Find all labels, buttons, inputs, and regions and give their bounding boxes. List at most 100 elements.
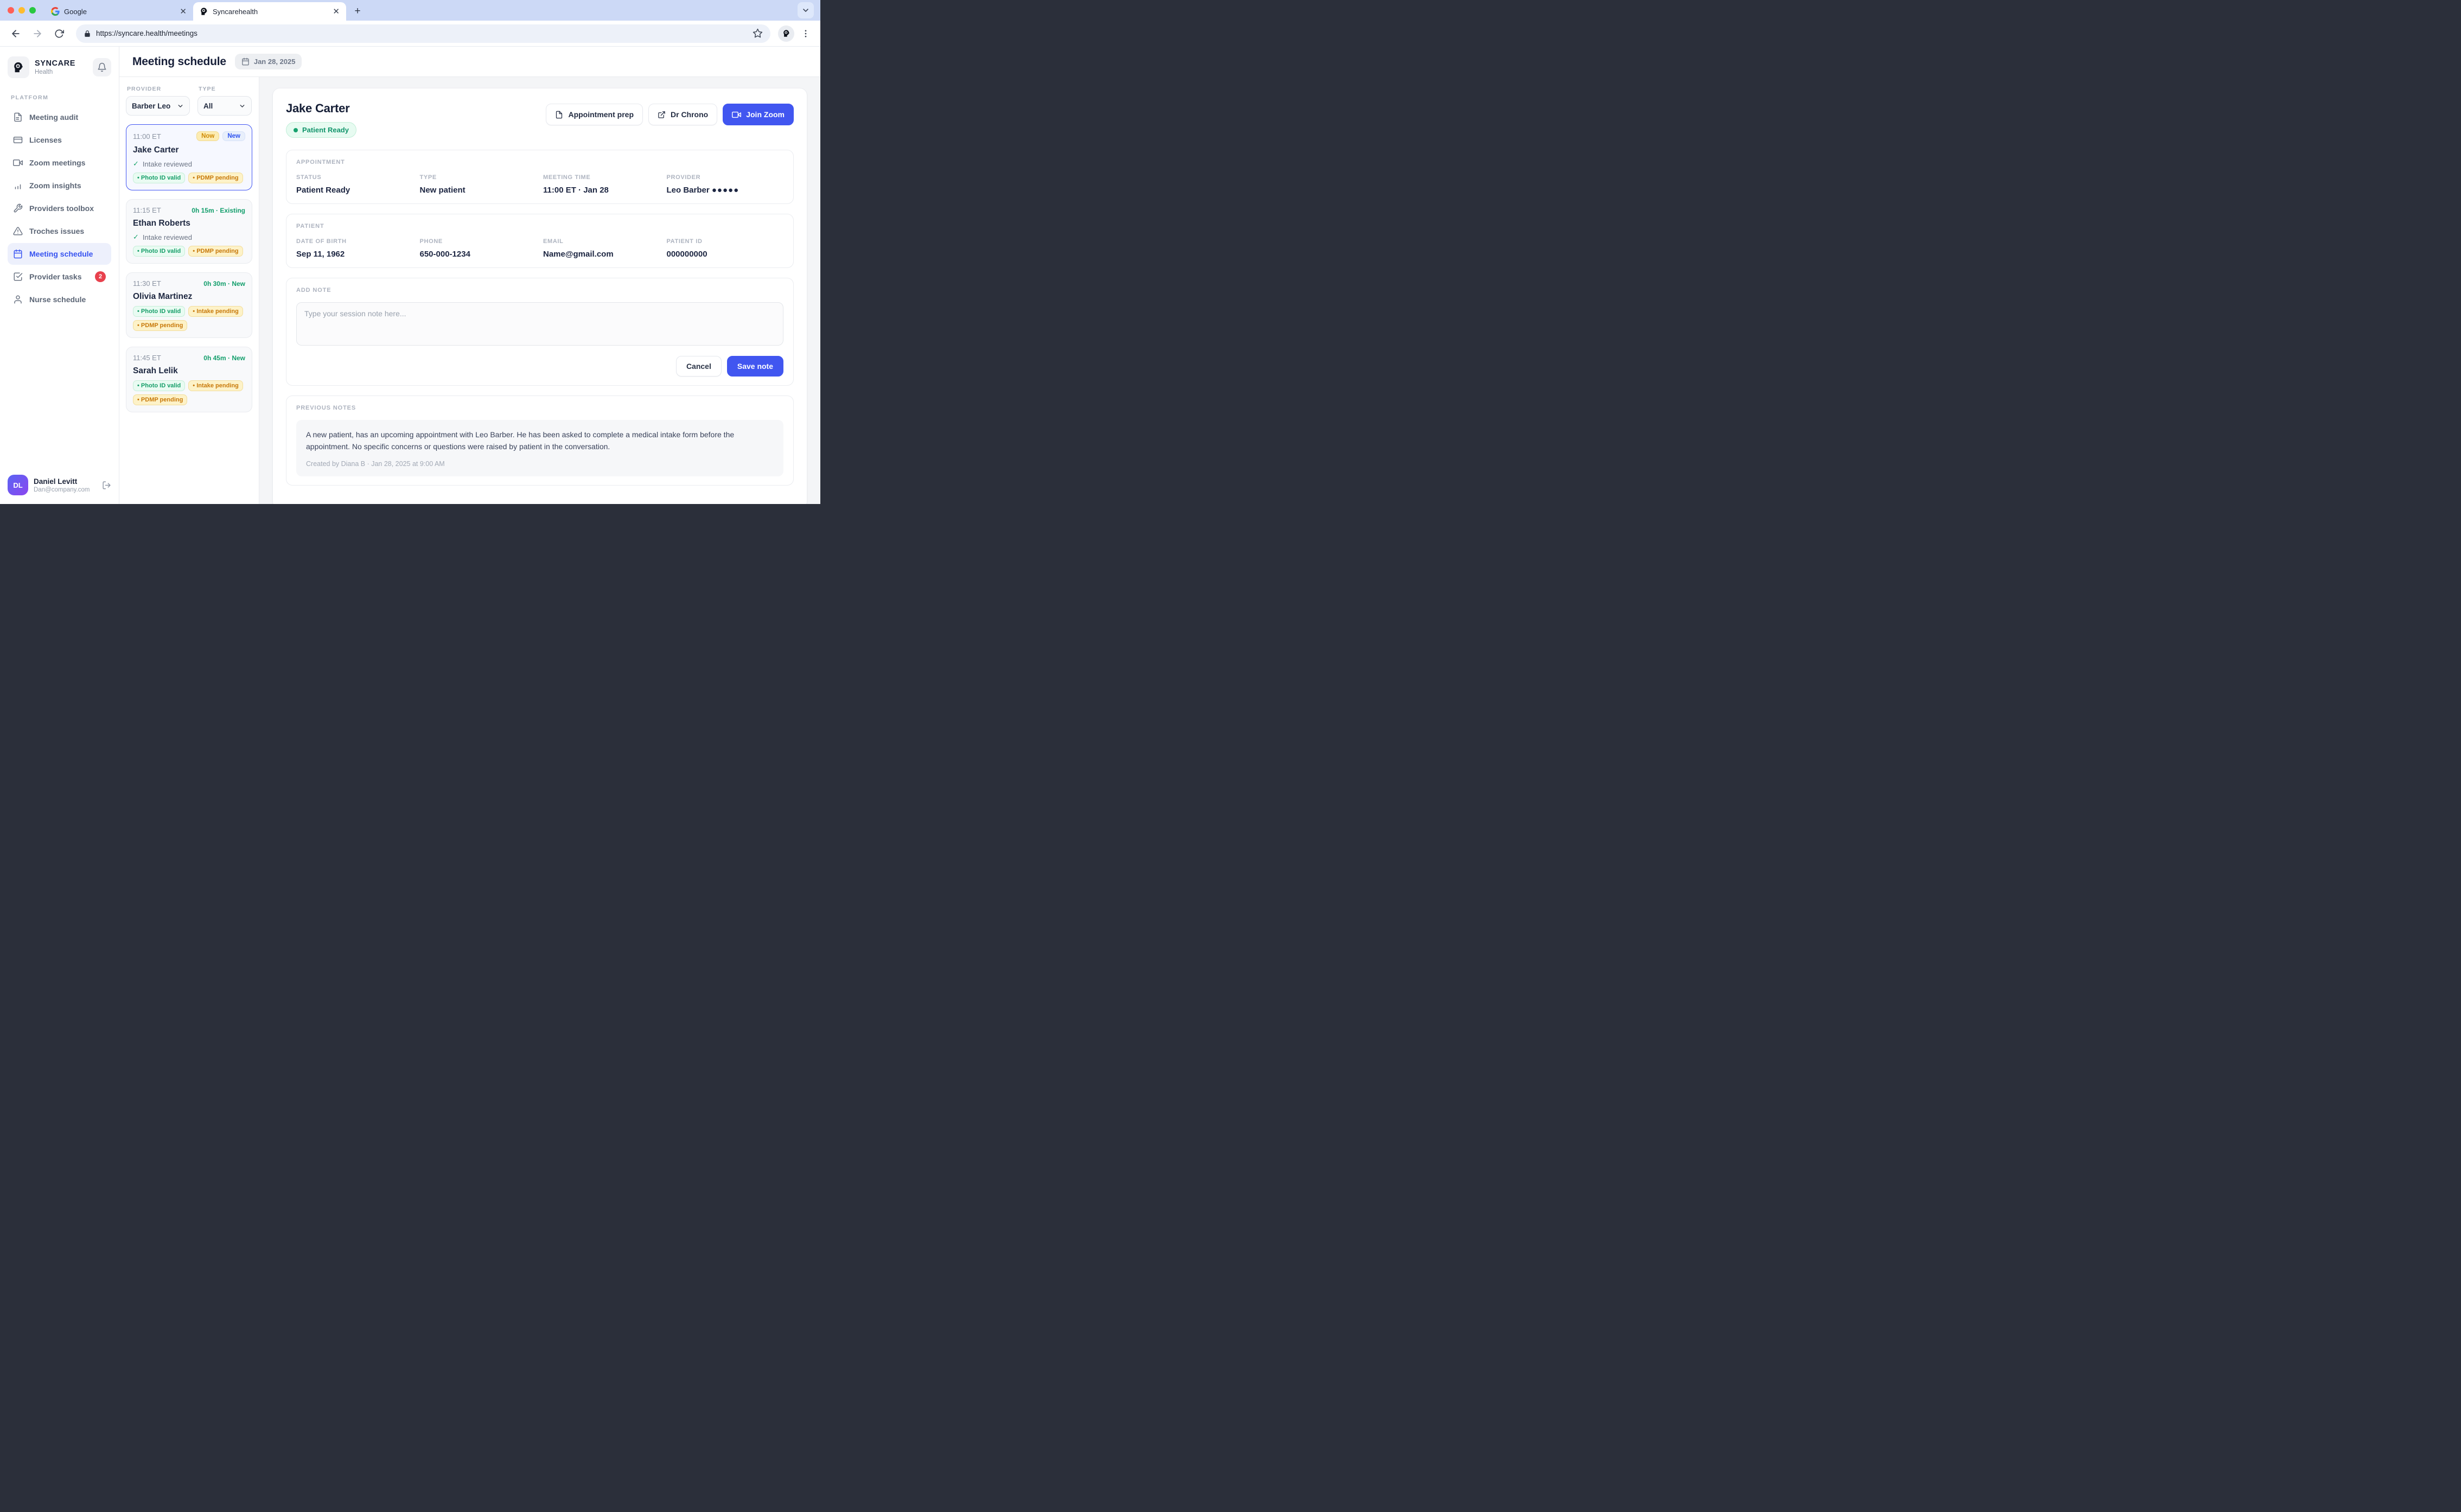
bell-icon [97,62,107,72]
sidebar-item-zoom-insights[interactable]: Zoom insights [8,175,111,196]
tab-strip: Google ✕ Syncarehealth ✕ + [0,0,820,21]
tag-intake-pending: Intake pending [188,306,243,317]
tag-photo-id-valid: Photo ID valid [133,380,185,391]
minimize-window-button[interactable] [18,7,25,14]
file-icon [555,111,563,119]
address-bar[interactable]: https://syncare.health/meetings [76,24,770,43]
appointment-prep-button[interactable]: Appointment prep [546,104,643,125]
sidebar-item-label: Licenses [29,136,62,144]
window-controls [8,7,36,14]
browser-profile-button[interactable] [778,25,794,42]
tab-syncarehealth[interactable]: Syncarehealth ✕ [193,2,346,21]
previous-note-meta: Created by Diana B · Jan 28, 2025 at 9:0… [306,460,774,468]
bookmark-star-icon[interactable] [753,28,763,39]
tag-pdmp-pending: PDMP pending [133,320,187,331]
field-date-of-birth: DATE OF BIRTH Sep 11, 1962 [296,238,413,259]
field-phone: PHONE 650-000-1234 [420,238,537,259]
field-status: STATUS Patient Ready [296,174,413,195]
browser-menu-button[interactable] [798,25,814,42]
tab-search-chevron-button[interactable] [798,2,814,18]
credit-card-icon [13,135,23,145]
user-email: Dan@company.com [34,487,90,493]
field-meeting-time: MEETING TIME 11:00 ET · Jan 28 [543,174,660,195]
sidebar-item-label: Troches issues [29,227,84,235]
type-select[interactable]: All [197,96,252,116]
sidebar-item-troches-issues[interactable]: Troches issues [8,220,111,242]
cancel-button[interactable]: Cancel [676,356,722,377]
appointment-time: 11:30 ET [133,279,161,288]
add-note-section: ADD NOTE Cancel Save note [286,278,794,386]
google-favicon-icon [51,7,60,16]
provider-select-value: Barber Leo [132,102,170,110]
cancel-label: Cancel [686,362,711,371]
sidebar-item-nurse-schedule[interactable]: Nurse schedule [8,289,111,310]
logout-icon[interactable] [102,481,111,490]
sidebar-section-label: PLATFORM [11,94,108,101]
appointment-card-olivia-martinez[interactable]: 11:30 ET 0h 30m · New Olivia Martinez Ph… [126,272,252,338]
sidebar-item-label: Providers toolbox [29,204,94,213]
appointment-patient-name: Olivia Martinez [133,292,245,302]
appointment-meta: 0h 30m · New [203,280,245,288]
patient-detail-card: Jake Carter Patient Ready Appointment pr… [272,88,807,504]
chevron-down-icon [177,103,184,110]
field-email: EMAIL Name@gmail.com [543,238,660,259]
zoom-window-button[interactable] [29,7,36,14]
close-window-button[interactable] [8,7,14,14]
check-icon: ✓ [133,160,139,168]
sidebar-item-label: Zoom meetings [29,158,85,167]
session-note-input[interactable] [296,302,783,346]
sidebar-item-providers-toolbox[interactable]: Providers toolbox [8,197,111,219]
tag-photo-id-valid: Photo ID valid [133,246,185,257]
tab-google[interactable]: Google ✕ [44,2,193,21]
previous-notes-label: PREVIOUS NOTES [296,405,783,411]
check-icon: ✓ [133,233,139,241]
join-zoom-label: Join Zoom [746,110,785,119]
sidebar-item-provider-tasks[interactable]: Provider tasks 2 [8,266,111,288]
provider-select[interactable]: Barber Leo [126,96,190,116]
date-chip-label: Jan 28, 2025 [254,58,296,66]
appointment-card-ethan-roberts[interactable]: 11:15 ET 0h 15m · Existing Ethan Roberts… [126,199,252,264]
tag-pdmp-pending: PDMP pending [133,394,187,405]
sidebar-item-zoom-meetings[interactable]: Zoom meetings [8,152,111,174]
user-profile[interactable]: DL Daniel Levitt Dan@company.com [8,475,111,495]
previous-note-card: A new patient, has an upcoming appointme… [296,420,783,476]
sidebar-item-meeting-audit[interactable]: Meeting audit [8,106,111,128]
filters: PROVIDER Barber Leo TYPE All [126,85,252,116]
content: PROVIDER Barber Leo TYPE All [119,77,820,504]
appointment-card-jake-carter[interactable]: 11:00 ET Now New Jake Carter ✓ Intake re… [126,124,252,190]
appointment-time: 11:15 ET [133,206,161,214]
video-icon [732,110,741,119]
sidebar: SYNCARE Health PLATFORM Meeting audit [0,47,119,504]
new-tab-button[interactable]: + [350,4,365,18]
appointment-card-sarah-lelik[interactable]: 11:45 ET 0h 45m · New Sarah Lelik Photo … [126,347,252,412]
dr-chrono-button[interactable]: Dr Chrono [648,104,717,125]
save-note-button[interactable]: Save note [727,356,783,377]
url-text[interactable]: https://syncare.health/meetings [96,29,748,37]
patient-section-label: PATIENT [296,223,783,229]
user-icon [13,295,23,304]
notifications-button[interactable] [93,58,111,76]
join-zoom-button[interactable]: Join Zoom [723,104,794,125]
close-tab-icon[interactable]: ✕ [180,8,187,16]
back-button[interactable] [7,24,25,43]
reload-button[interactable] [50,24,68,43]
close-tab-icon[interactable]: ✕ [333,8,340,16]
field-type: TYPE New patient [420,174,537,195]
bar-chart-icon [13,181,23,190]
sidebar-item-meeting-schedule[interactable]: Meeting schedule [8,243,111,265]
appointment-checklist: Intake reviewed [143,233,192,241]
sidebar-item-licenses[interactable]: Licenses [8,129,111,151]
appointment-patient-name: Ethan Roberts [133,219,245,228]
syncare-favicon-icon [200,7,208,16]
tag-intake-pending: Intake pending [188,380,243,391]
video-icon [13,158,23,168]
date-chip[interactable]: Jan 28, 2025 [235,54,302,69]
detail-panel: Jake Carter Patient Ready Appointment pr… [259,77,820,504]
app-root: SYNCARE Health PLATFORM Meeting audit [0,47,820,504]
tab-title: Syncarehealth [213,8,328,16]
forward-button[interactable] [28,24,47,43]
field-provider: PROVIDER Leo Barber ●●●●● [667,174,784,195]
patient-ready-pill: Patient Ready [286,122,356,138]
sidebar-item-label: Zoom insights [29,181,81,190]
provider-name: Leo Barber [667,186,710,195]
